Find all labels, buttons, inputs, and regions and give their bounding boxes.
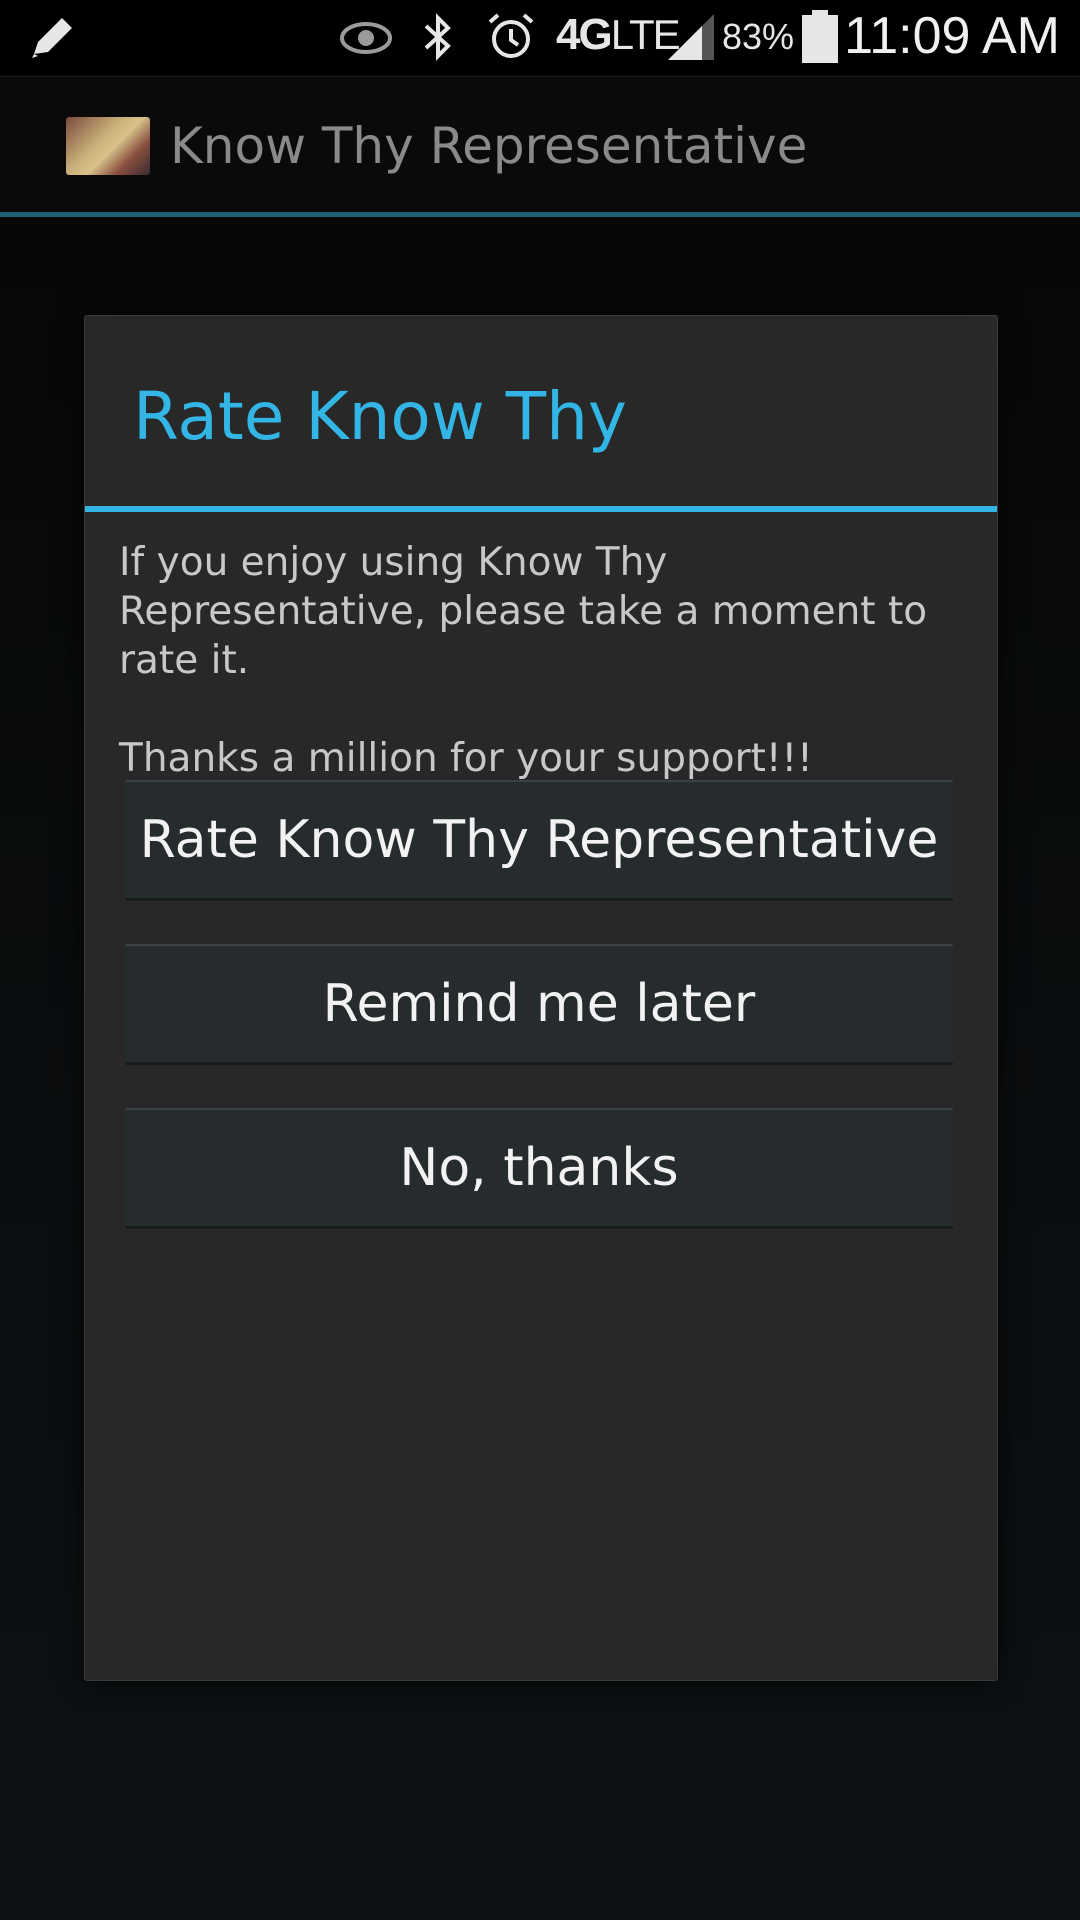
dialog-title: Rate Know Thy [133, 378, 627, 455]
dialog-title-divider [85, 506, 997, 512]
remind-later-button[interactable]: Remind me later [125, 944, 953, 1064]
alarm-icon [488, 13, 534, 58]
bluetooth-icon [424, 13, 451, 61]
rate-app-button[interactable]: Rate Know Thy Representative [125, 780, 953, 900]
battery-percent: 83% [722, 16, 795, 57]
status-clock: 11:09 AM [844, 7, 1060, 65]
status-bar: 4GLTE 83% 11:09 AM [0, 0, 1080, 75]
no-thanks-button[interactable]: No, thanks [125, 1108, 953, 1228]
screen: 4GLTE 83% 11:09 AM Know Thy Representati… [0, 0, 1080, 1920]
network-indicator: 4GLTE [556, 10, 681, 60]
app-title: Know Thy Representative [170, 117, 808, 175]
dialog-message: If you enjoy using Know Thy Representati… [119, 538, 969, 783]
app-logo-icon[interactable] [66, 117, 150, 175]
signal-icon [668, 14, 714, 60]
network-type: 4G [556, 10, 613, 59]
action-bar-divider [0, 212, 1080, 217]
battery-icon [802, 10, 838, 63]
eye-icon [340, 22, 392, 54]
dialog-message-line-2: Thanks a million for your support!!! [119, 736, 813, 781]
pencil-icon [32, 18, 72, 58]
action-bar: Know Thy Representative [0, 76, 1080, 213]
rate-dialog: Rate Know Thy If you enjoy using Know Th… [84, 315, 998, 1681]
dialog-message-line-1: If you enjoy using Know Thy Representati… [119, 540, 928, 683]
